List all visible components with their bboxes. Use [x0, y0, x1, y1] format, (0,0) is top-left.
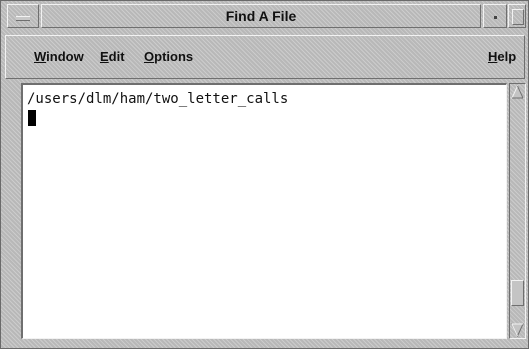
maximize-icon: [512, 9, 524, 25]
menu-help-label: elp: [497, 49, 517, 64]
menu-edit[interactable]: Edit: [100, 49, 125, 64]
file-path-text: /users/dlm/ham/two_letter_calls: [27, 91, 289, 107]
menu-options-label: ptions: [154, 49, 194, 64]
window-menu-icon: [16, 16, 30, 21]
title-bar[interactable]: Find A File: [5, 4, 526, 30]
menu-options[interactable]: Options: [144, 49, 193, 64]
window-title[interactable]: Find A File: [41, 4, 481, 28]
minimize-icon: [494, 16, 497, 19]
maximize-button[interactable]: [508, 4, 526, 28]
menu-window-label: indow: [46, 49, 84, 64]
text-cursor: [28, 110, 36, 126]
menu-bar: Window Edit Options Help: [5, 35, 525, 79]
window-menu-button[interactable]: [7, 4, 39, 28]
menu-edit-mnemonic: E: [100, 49, 109, 64]
menu-edit-label: dit: [108, 49, 125, 64]
menu-window-mnemonic: W: [34, 49, 47, 64]
scroll-up-arrow-icon[interactable]: [511, 85, 524, 99]
file-text-area[interactable]: /users/dlm/ham/two_letter_calls: [21, 83, 507, 339]
menu-options-mnemonic: O: [144, 49, 155, 64]
resize-handle[interactable]: [509, 339, 526, 347]
vertical-scrollbar[interactable]: [509, 83, 526, 339]
menu-help-mnemonic: H: [488, 49, 498, 64]
menu-window[interactable]: Window: [34, 49, 84, 64]
scroll-down-arrow-icon[interactable]: [511, 323, 524, 337]
scroll-thumb[interactable]: [511, 280, 524, 306]
find-a-file-window: Find A File Window Edit Options Help /us…: [0, 0, 529, 349]
minimize-button[interactable]: [483, 4, 507, 28]
menu-help[interactable]: Help: [488, 49, 516, 64]
